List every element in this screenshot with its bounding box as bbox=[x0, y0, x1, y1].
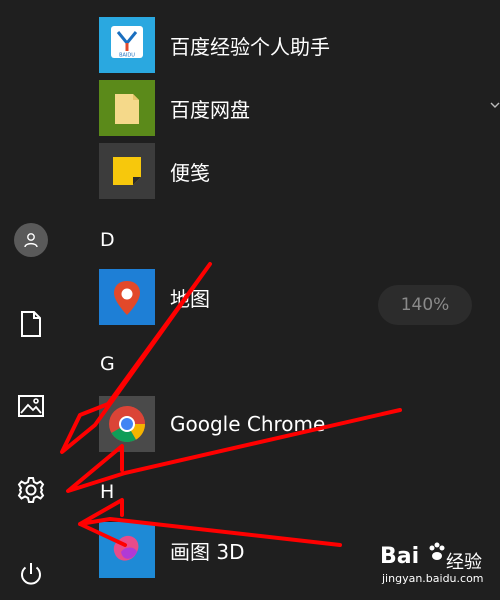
app-item-google-chrome[interactable]: Google Chrome bbox=[99, 395, 479, 453]
section-letter-g[interactable]: G bbox=[100, 353, 115, 375]
section-letter-h[interactable]: H bbox=[100, 481, 114, 503]
chrome-icon bbox=[99, 396, 155, 452]
app-item-baidu-jingyan[interactable]: BAIDU 百度经验个人助手 bbox=[99, 16, 479, 74]
watermark-jingyan: 经验 bbox=[446, 552, 482, 573]
app-item-sticky-notes[interactable]: 便笺 bbox=[99, 142, 479, 200]
start-left-rail bbox=[0, 0, 62, 600]
paw-icon bbox=[429, 542, 445, 560]
baidu-jingyan-assistant-icon: BAIDU bbox=[99, 17, 155, 73]
watermark-brand: Bai bbox=[380, 544, 420, 569]
app-item-baidu-netdisk[interactable]: 百度网盘 bbox=[99, 79, 479, 137]
section-letter-d[interactable]: D bbox=[100, 229, 115, 251]
paint-3d-icon bbox=[99, 522, 155, 578]
app-label: 百度经验个人助手 bbox=[170, 34, 330, 59]
app-label: 地图 bbox=[170, 286, 210, 311]
power-button[interactable] bbox=[0, 552, 62, 596]
app-label: 百度网盘 bbox=[170, 97, 250, 122]
maps-icon bbox=[99, 269, 155, 325]
pictures-icon bbox=[18, 395, 44, 417]
power-icon bbox=[21, 563, 41, 585]
chevron-down-icon[interactable] bbox=[490, 100, 500, 110]
avatar bbox=[14, 223, 48, 257]
baidu-jingyan-watermark: Bai 经验 jingyan.baidu.com bbox=[380, 540, 498, 596]
app-label: 画图 3D bbox=[170, 539, 245, 564]
pictures-button[interactable] bbox=[0, 384, 62, 428]
documents-button[interactable] bbox=[0, 302, 62, 346]
settings-button[interactable] bbox=[0, 468, 62, 512]
zoom-level-badge: 140% bbox=[378, 285, 472, 325]
app-label: Google Chrome bbox=[170, 412, 326, 436]
baidu-netdisk-icon bbox=[99, 80, 155, 136]
tile-brand-text: BAIDU bbox=[119, 53, 135, 59]
app-label: 便笺 bbox=[170, 160, 210, 185]
document-icon bbox=[21, 311, 41, 337]
sticky-notes-icon bbox=[99, 143, 155, 199]
person-icon bbox=[24, 233, 38, 248]
gear-icon bbox=[17, 477, 45, 503]
watermark-url: jingyan.baidu.com bbox=[382, 572, 484, 585]
user-account-button[interactable] bbox=[0, 218, 62, 262]
